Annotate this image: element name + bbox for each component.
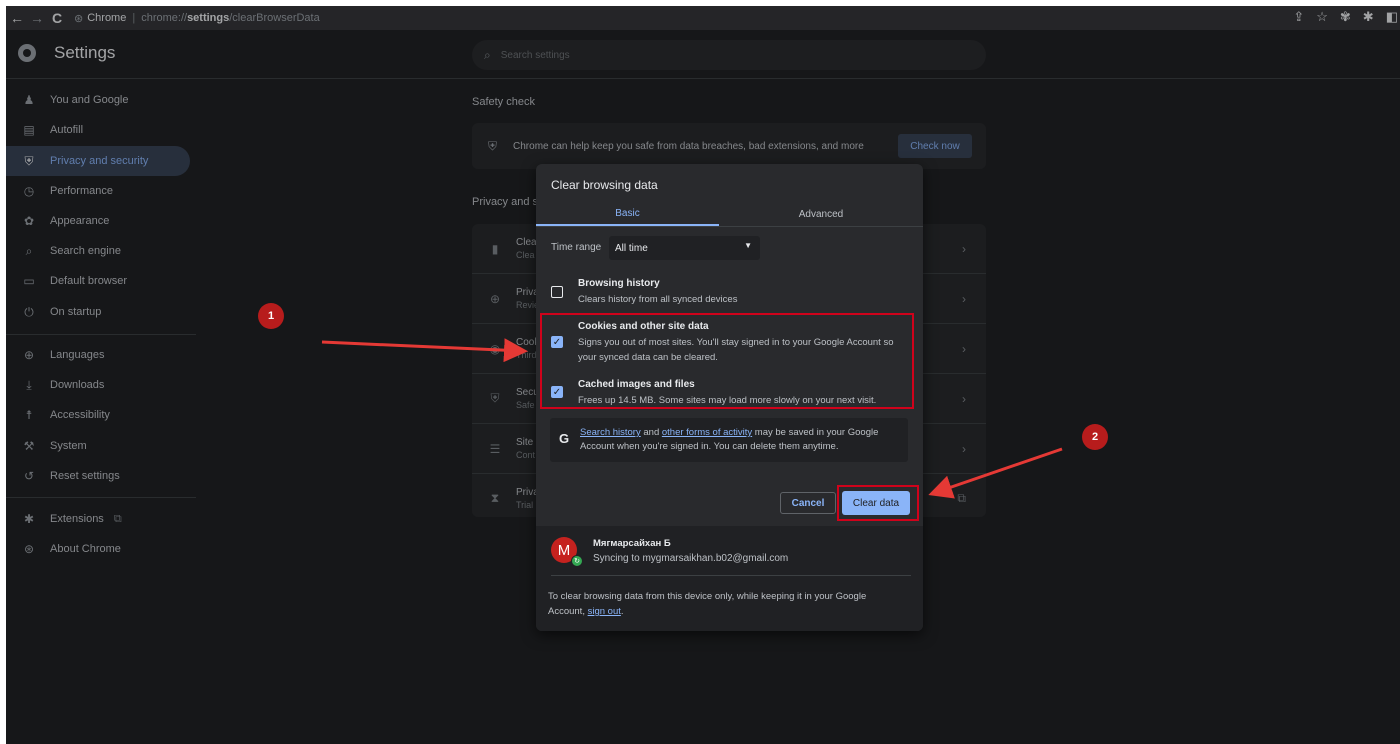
- annotation-arrow-2: [928, 447, 1063, 499]
- annotation-arrows: [321, 338, 1063, 499]
- browser-window: ← → C ⊛ Chrome | chrome://settings/clear…: [6, 6, 1400, 744]
- annotation-arrow-1: [321, 338, 528, 363]
